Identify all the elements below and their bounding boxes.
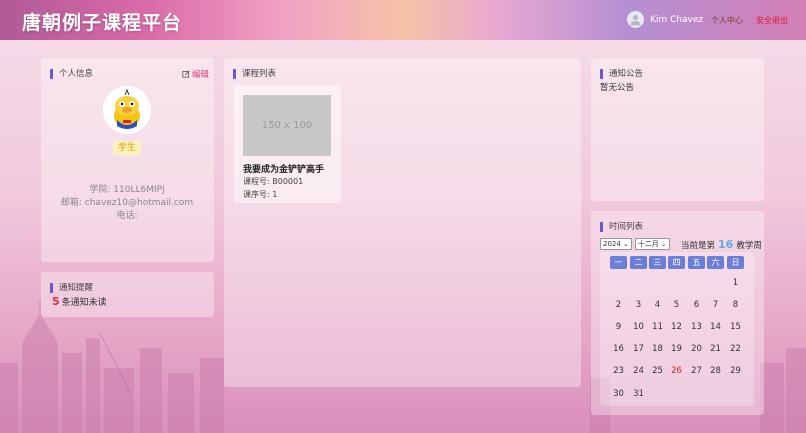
calendar-day[interactable]: 4 — [649, 300, 667, 310]
notification-card-title: 通知提醒 — [50, 283, 93, 293]
calendar-day[interactable]: 5 — [668, 300, 686, 310]
weekday-header: 一 — [610, 256, 627, 269]
role-badge: 学生 — [113, 141, 141, 155]
calendar-day[interactable]: 25 — [649, 366, 667, 376]
calendar-day[interactable]: 18 — [649, 344, 667, 354]
calendar-day[interactable]: 8 — [727, 300, 745, 310]
calendar-day[interactable]: 6 — [688, 300, 706, 310]
calendar-day[interactable]: 9 — [610, 322, 628, 332]
calendar-day[interactable]: 11 — [649, 322, 667, 332]
calendar-day[interactable]: 1 — [727, 278, 745, 288]
week-prefix: 当前是第 — [681, 241, 716, 251]
calendar-day[interactable]: 24 — [630, 366, 648, 376]
weekday-header: 三 — [649, 256, 666, 269]
weekday-header: 五 — [688, 256, 705, 269]
calendar-day[interactable]: 12 — [668, 322, 686, 332]
weekday-header: 日 — [727, 256, 744, 269]
chevron-down-icon: ⌄ — [622, 240, 629, 248]
announcement-card — [591, 58, 764, 201]
calendar-day[interactable]: 27 — [688, 366, 706, 376]
calendar-title: 时间列表 — [600, 222, 643, 232]
month-value: 十二月 — [637, 240, 659, 248]
weekday-header: 四 — [668, 256, 685, 269]
app-title: 唐朝例子课程平台 — [22, 12, 183, 34]
calendar-day[interactable]: 16 — [610, 344, 628, 354]
calendar-day[interactable]: 14 — [707, 322, 725, 332]
chevron-down-icon: ⌄ — [660, 240, 667, 248]
weekday-header: 二 — [630, 256, 647, 269]
calendar-controls: 2024 ⌄ 十二月 ⌄ — [600, 238, 670, 250]
calendar-day[interactable]: 20 — [688, 344, 706, 354]
user-name: Kim Chavez — [650, 14, 704, 25]
calendar-day[interactable]: 21 — [707, 344, 725, 354]
calendar-day[interactable]: 15 — [727, 322, 745, 332]
phone-text: 电话: — [116, 211, 138, 221]
unread-text: 条通知未读 — [61, 298, 107, 308]
calendar-day[interactable]: 19 — [668, 344, 686, 354]
calendar-day[interactable]: 7 — [707, 300, 725, 310]
weekday-header: 六 — [707, 256, 724, 269]
year-select[interactable]: 2024 ⌄ — [600, 238, 632, 250]
user-menu[interactable]: Kim Chavez — [627, 11, 703, 28]
calendar-day[interactable]: 13 — [688, 322, 706, 332]
unread-count: 5 — [52, 295, 60, 308]
week-suffix: 教学周 — [736, 241, 762, 251]
course-list-title: 课程列表 — [233, 69, 276, 79]
logout-link[interactable]: 安全退出 — [756, 15, 788, 26]
calendar-day-today[interactable]: 26 — [668, 366, 686, 376]
calendar-day[interactable]: 22 — [727, 344, 745, 354]
top-header: 唐朝例子课程平台 Kim Chavez 个人中心 安全退出 — [0, 0, 806, 40]
calendar-day[interactable]: 31 — [630, 389, 648, 399]
week-number: 16 — [718, 238, 734, 251]
calendar-day[interactable]: 29 — [727, 366, 745, 376]
calendar-day[interactable]: 2 — [610, 300, 628, 310]
calendar-day[interactable]: 17 — [630, 344, 648, 354]
profile-center-link[interactable]: 个人中心 — [711, 15, 743, 26]
year-value: 2024 — [603, 240, 621, 248]
unread-notice[interactable]: 5 条通知未读 — [52, 295, 107, 308]
course-number: 课程号: B00001 — [243, 177, 304, 186]
announcement-title: 通知公告 — [600, 69, 643, 79]
calendar-day[interactable]: 10 — [630, 322, 648, 332]
course-thumbnail[interactable]: 150 x 100 — [243, 95, 331, 156]
course-sequence: 课序号: 1 — [243, 190, 278, 199]
teaching-week: 当前是第 16 教学周 — [681, 238, 762, 251]
calendar-day[interactable]: 23 — [610, 366, 628, 376]
calendar-day[interactable]: 30 — [610, 389, 628, 399]
college-text: 学院: 110LL6MIPj — [89, 185, 165, 195]
calendar-day[interactable]: 3 — [630, 300, 648, 310]
profile-avatar — [103, 86, 151, 134]
month-select[interactable]: 十二月 ⌄ — [634, 238, 670, 250]
edit-label: 编辑 — [192, 70, 210, 80]
announcement-empty: 暂无公告 — [600, 83, 635, 93]
email-text: 邮箱: chavez10@hotmail.com — [60, 198, 194, 208]
edit-profile-button[interactable]: 编辑 — [182, 68, 209, 80]
calendar-day[interactable]: 28 — [707, 366, 725, 376]
edit-icon — [182, 70, 190, 78]
profile-card-title: 个人信息 — [50, 69, 93, 79]
course-name[interactable]: 我要成为金铲铲高手 — [243, 162, 324, 175]
user-avatar-icon — [627, 11, 644, 28]
